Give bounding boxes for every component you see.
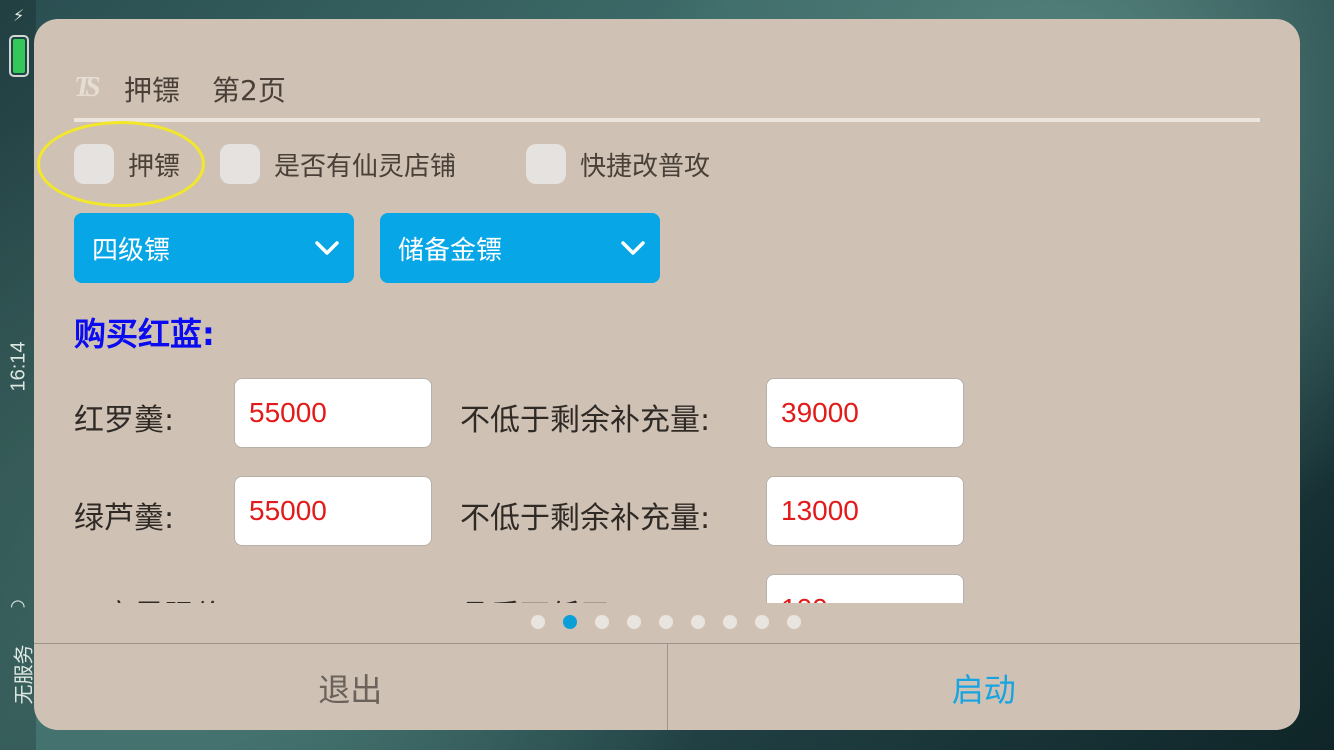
status-time: 16:14: [7, 341, 30, 392]
price-limit-label: 三章界限价: [74, 591, 224, 603]
checkbox-fairy-shop[interactable]: 是否有仙灵店铺: [220, 143, 456, 185]
highlight-annotation: [37, 121, 205, 207]
page-dot[interactable]: [531, 615, 545, 629]
page-indicator: [531, 615, 819, 629]
settings-dialog: TS 押镖 第2页 押镖 是否有仙灵店铺 快捷改普攻 四级镖 储备金镖 购买红蓝…: [34, 19, 1300, 730]
page-dot[interactable]: [659, 615, 673, 629]
dialog-content[interactable]: TS 押镖 第2页 押镖 是否有仙灵店铺 快捷改普攻 四级镖 储备金镖 购买红蓝…: [34, 19, 1300, 603]
escort-type-select[interactable]: 储备金镖: [380, 213, 660, 283]
battery-icon: [9, 35, 29, 77]
exit-button[interactable]: 退出: [34, 644, 668, 730]
checkbox-label: 是否有仙灵店铺: [274, 151, 457, 182]
red-min-input[interactable]: 39000: [766, 378, 964, 448]
checkbox-label: 快捷改普攻: [580, 151, 711, 182]
device-status-bar: ⚡ 16:14 ◠ 无服务: [0, 0, 36, 750]
green-potion-input[interactable]: 55000: [234, 476, 432, 546]
red-potion-input[interactable]: 55000: [234, 378, 432, 448]
dialog-title: 押镖: [124, 74, 181, 107]
chevron-down-icon: [621, 241, 645, 255]
section-title: 购买红蓝:: [74, 315, 215, 353]
chevron-down-icon: [315, 241, 339, 255]
quality-min-input[interactable]: 100: [766, 574, 964, 603]
page-dot[interactable]: [723, 615, 737, 629]
select-value: 储备金镖: [398, 235, 503, 266]
red-min-label: 不低于剩余补充量:: [460, 403, 711, 438]
page-dot[interactable]: [755, 615, 769, 629]
page-dot-active[interactable]: [563, 615, 577, 629]
page-label: 第2页: [212, 74, 286, 107]
ts-logo-icon: TS: [74, 72, 101, 103]
checkbox-box[interactable]: [526, 144, 566, 184]
header-divider: [74, 118, 1260, 122]
charging-bolt-icon: ⚡: [13, 6, 25, 25]
escort-level-select[interactable]: 四级镖: [74, 213, 354, 283]
checkbox-quick-attack[interactable]: 快捷改普攻: [526, 143, 710, 185]
green-min-label: 不低于剩余补充量:: [460, 501, 711, 536]
red-potion-label: 红罗羹:: [74, 403, 175, 438]
dialog-footer: 退出 启动: [34, 643, 1300, 730]
quality-min-label: 品质不低于: [460, 591, 610, 603]
select-value: 四级镖: [92, 235, 171, 266]
page-dot[interactable]: [595, 615, 609, 629]
page-dot[interactable]: [627, 615, 641, 629]
green-potion-label: 绿芦羹:: [74, 501, 175, 536]
page-dot[interactable]: [691, 615, 705, 629]
page-dot[interactable]: [787, 615, 801, 629]
checkbox-box[interactable]: [220, 144, 260, 184]
dialog-header: TS 押镖 第2页: [74, 69, 286, 109]
start-button[interactable]: 启动: [668, 644, 1301, 730]
green-min-input[interactable]: 13000: [766, 476, 964, 546]
checkbox-row: 押镖 是否有仙灵店铺 快捷改普攻: [74, 143, 974, 185]
carrier-label: 无服务: [11, 644, 36, 705]
